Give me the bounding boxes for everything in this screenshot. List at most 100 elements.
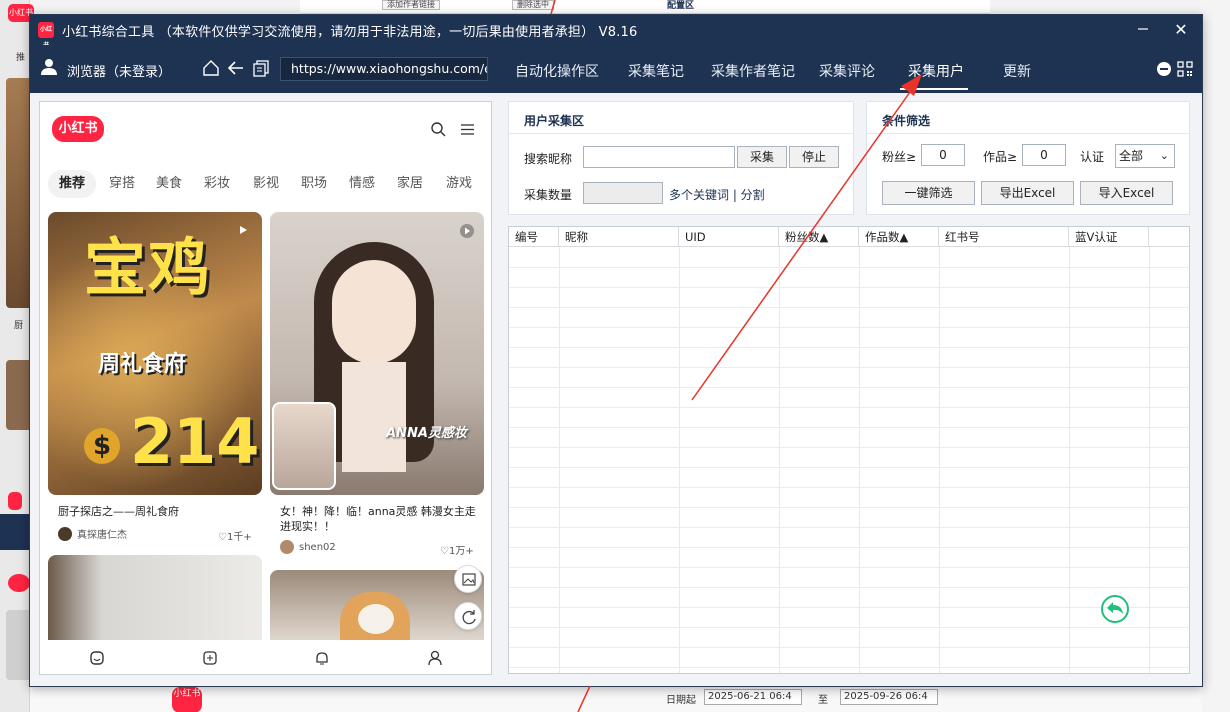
note-title[interactable]: 女！神！降！临！anna灵感 韩漫女主走进现实！！: [280, 504, 480, 534]
column-header-id[interactable]: 编号: [509, 227, 559, 247]
column-header-redbook-id[interactable]: 红书号: [939, 227, 1069, 247]
grid-line: [559, 247, 560, 673]
tab-collect-author-notes[interactable]: 采集作者笔记: [711, 61, 795, 81]
qrcode-icon[interactable]: [1177, 61, 1193, 80]
note-card-image[interactable]: [270, 570, 484, 650]
category-item[interactable]: 游戏: [439, 170, 479, 198]
grid-line: [509, 407, 1189, 408]
return-arrow-button[interactable]: [1100, 594, 1130, 624]
minimize-button[interactable]: [1132, 19, 1154, 41]
category-recommend[interactable]: 推荐: [48, 170, 96, 198]
like-count[interactable]: ♡1千+: [218, 528, 252, 543]
category-item[interactable]: 穿搭: [102, 170, 142, 198]
fans-min-input[interactable]: 0: [921, 144, 965, 166]
phone-bottom-nav: [40, 640, 491, 674]
column-header-nickname[interactable]: 昵称: [559, 227, 679, 247]
filter-panel: 条件筛选 粉丝≥ 0 作品≥ 0 认证 全部 ⌄ 一键筛选 导出Excel 导入…: [866, 101, 1190, 215]
background-window-bar: [0, 514, 30, 550]
card-overlay-title: ANNA灵感妆: [386, 426, 467, 441]
column-header-works[interactable]: 作品数▲: [859, 227, 939, 247]
category-bar: 推荐 穿搭 美食 彩妆 影视 职场 情感 家居 游戏: [48, 170, 488, 198]
app-logo: 小红书: [38, 22, 54, 49]
category-item[interactable]: 影视: [246, 170, 286, 198]
copy-page-icon[interactable]: [252, 59, 270, 80]
author-name: shen02: [299, 541, 336, 553]
card-overlay-price: 214: [130, 405, 260, 478]
collect-count-input[interactable]: [583, 182, 663, 204]
note-card-image[interactable]: [48, 555, 262, 650]
grid-line: [509, 427, 1189, 428]
category-item[interactable]: 彩妆: [197, 170, 237, 198]
profile-icon[interactable]: [427, 650, 443, 669]
play-icon: [238, 224, 248, 238]
like-count[interactable]: ♡1万+: [440, 542, 474, 557]
tab-collect-comments[interactable]: 采集评论: [819, 61, 875, 81]
user-icon: [40, 58, 58, 79]
close-button[interactable]: ✕: [1170, 19, 1192, 41]
grid-line: [509, 587, 1189, 588]
background-add-author-button: 添加作者链接: [382, 0, 440, 10]
author-name: 真探唐仁杰: [77, 530, 127, 541]
xhs-logo[interactable]: 小红书: [52, 116, 104, 142]
grid-line: [1069, 247, 1070, 673]
tab-automation[interactable]: 自动化操作区: [515, 61, 599, 81]
tab-collect-users[interactable]: 采集用户: [908, 61, 964, 81]
author-avatar: [280, 540, 294, 554]
note-title[interactable]: 厨子探店之——周礼食府: [58, 504, 258, 519]
nickname-search-input[interactable]: [583, 146, 735, 168]
note-author[interactable]: 真探唐仁杰: [58, 526, 127, 541]
verify-select[interactable]: 全部 ⌄: [1115, 144, 1175, 168]
play-icon: [460, 224, 474, 238]
back-arrow-icon[interactable]: [227, 59, 245, 80]
grid-line: [779, 247, 780, 673]
grid-line: [509, 267, 1189, 268]
export-excel-button[interactable]: 导出Excel: [981, 181, 1074, 205]
home-icon[interactable]: [202, 59, 220, 80]
heart-icon: ♡: [218, 532, 227, 543]
grid-line: [509, 287, 1189, 288]
browser-login-status[interactable]: 浏览器（未登录）: [67, 61, 171, 80]
one-click-filter-button[interactable]: 一键筛选: [882, 181, 975, 205]
category-item[interactable]: 情感: [342, 170, 382, 198]
stop-button[interactable]: 停止: [789, 146, 839, 168]
image-icon[interactable]: [454, 565, 482, 593]
url-input[interactable]: https://www.xiaohongshu.com/e: [280, 57, 488, 81]
grid-line: [509, 347, 1189, 348]
search-icon[interactable]: [431, 122, 446, 140]
embedded-browser-panel: 小红书 推荐 穿搭 美食 彩妆 影视 职场 情感 家居 游戏 宝鸡 周礼食府 $…: [39, 101, 492, 675]
grid-line: [859, 247, 860, 673]
tab-update[interactable]: 更新: [1003, 61, 1031, 81]
category-item[interactable]: 职场: [294, 170, 334, 198]
grid-line: [509, 647, 1189, 648]
grid-line: [509, 547, 1189, 548]
card-overlay-subtitle: 周礼食府: [98, 352, 187, 377]
minus-circle-icon[interactable]: [1156, 61, 1172, 80]
grid-line: [679, 247, 680, 673]
divider: [867, 133, 1189, 134]
active-tab-indicator: [900, 88, 968, 90]
user-result-table[interactable]: 编号 昵称 UID 粉丝数▲ 作品数▲ 红书号 蓝V认证: [508, 226, 1190, 674]
column-header-fans[interactable]: 粉丝数▲: [779, 227, 859, 247]
background-xhs-badge: 小红书: [172, 687, 202, 712]
divider: [509, 133, 853, 134]
note-card-image[interactable]: ANNA灵感妆: [270, 212, 484, 495]
works-min-input[interactable]: 0: [1022, 144, 1066, 166]
likes-value: 1千+: [226, 532, 252, 543]
collect-button[interactable]: 采集: [737, 146, 787, 168]
table-header: 编号 昵称 UID 粉丝数▲ 作品数▲ 红书号 蓝V认证: [509, 227, 1189, 247]
home-tab-icon[interactable]: [89, 650, 105, 669]
category-item[interactable]: 美食: [149, 170, 189, 198]
category-item[interactable]: 家居: [390, 170, 430, 198]
title-bar: 小红书 小红书综合工具 （本软件仅供学习交流使用，请勿用于非法用途，一切后果由使…: [30, 15, 1202, 49]
tab-collect-notes[interactable]: 采集笔记: [628, 61, 684, 81]
grid-line: [509, 607, 1189, 608]
column-header-uid[interactable]: UID: [679, 227, 779, 247]
add-post-icon[interactable]: [202, 650, 218, 669]
menu-icon[interactable]: [460, 122, 475, 140]
note-author[interactable]: shen02: [280, 540, 336, 554]
column-header-blue-v[interactable]: 蓝V认证: [1069, 227, 1149, 247]
refresh-icon[interactable]: [454, 602, 482, 630]
import-excel-button[interactable]: 导入Excel: [1080, 181, 1173, 205]
bell-icon[interactable]: [314, 650, 330, 669]
note-card-image[interactable]: 宝鸡 周礼食府 $ 214: [48, 212, 262, 495]
